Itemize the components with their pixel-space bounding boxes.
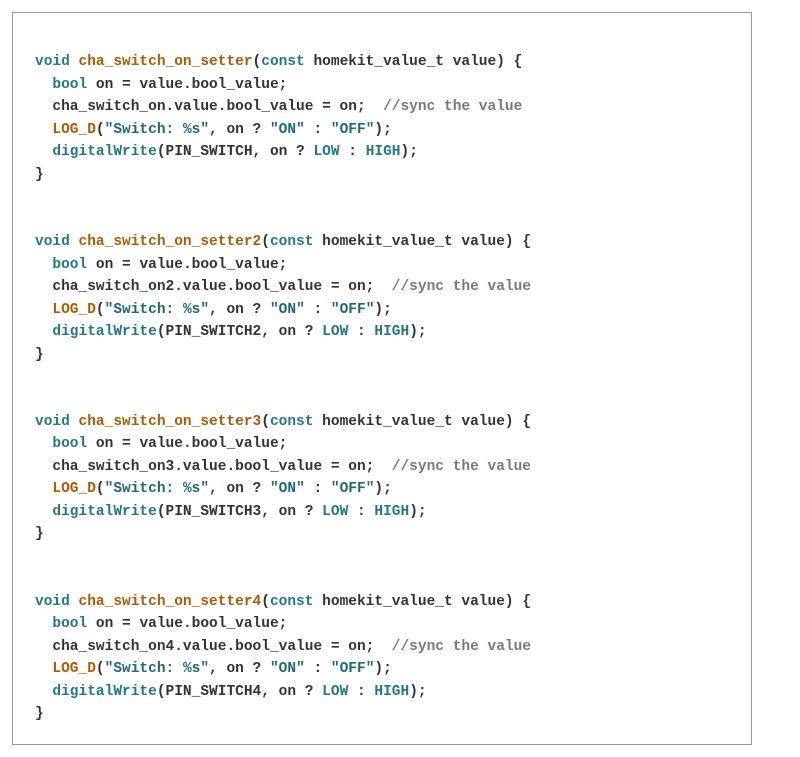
digitalwrite-call: digitalWrite [52, 144, 156, 160]
code-block: void cha_switch_on_setter(const homekit_… [35, 29, 729, 726]
comment-sync: //sync the value [383, 99, 522, 115]
type-homekit: homekit_value_t [313, 54, 444, 70]
str-switch: "Switch: %s" [105, 122, 209, 138]
func-name: cha_switch_on_setter3 [79, 414, 262, 430]
obj-name: cha_switch_on2 [52, 279, 174, 295]
param-value: value [453, 54, 497, 70]
pin-name: PIN_SWITCH [166, 144, 253, 160]
kw-bool: bool [52, 77, 87, 93]
code-frame: void cha_switch_on_setter(const homekit_… [12, 12, 752, 745]
func-name: cha_switch_on_setter2 [79, 234, 262, 250]
obj-name: cha_switch_on [52, 99, 165, 115]
func-block-3: void cha_switch_on_setter4(const homekit… [35, 594, 531, 722]
pin-name: PIN_SWITCH3 [166, 504, 262, 520]
pin-name: PIN_SWITCH2 [166, 324, 262, 340]
func-name: cha_switch_on_setter4 [79, 594, 262, 610]
func-block-1: void cha_switch_on_setter2(const homekit… [35, 234, 531, 362]
obj-name: cha_switch_on4 [52, 639, 174, 655]
pin-name: PIN_SWITCH4 [166, 684, 262, 700]
func-name: cha_switch_on_setter [79, 54, 253, 70]
func-block-0: void cha_switch_on_setter(const homekit_… [35, 54, 522, 182]
logd-call: LOG_D [52, 122, 96, 138]
kw-void: void [35, 54, 70, 70]
obj-name: cha_switch_on3 [52, 459, 174, 475]
kw-const: const [261, 54, 305, 70]
func-block-2: void cha_switch_on_setter3(const homekit… [35, 414, 531, 542]
